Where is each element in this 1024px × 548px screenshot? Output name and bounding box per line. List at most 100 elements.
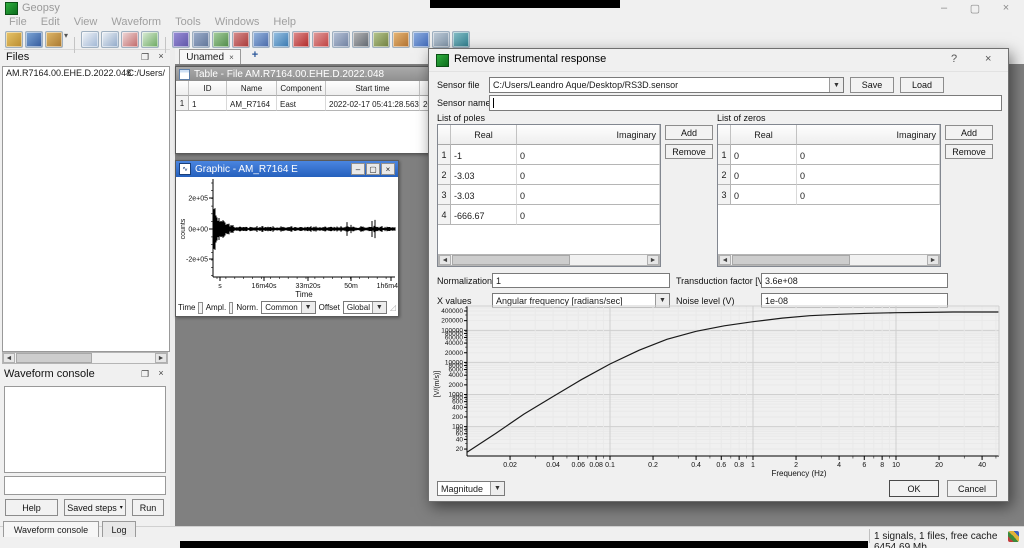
row-header[interactable]: 3 (438, 185, 451, 205)
row-header[interactable]: 2 (718, 165, 731, 185)
table-cell[interactable]: 0 (797, 185, 940, 205)
tab-log[interactable]: Log (102, 521, 136, 537)
spac-tool-icon[interactable] (312, 31, 330, 48)
column-header[interactable]: Real (731, 125, 797, 145)
open-file-icon[interactable] (5, 31, 23, 48)
close-panel-icon[interactable]: × (154, 368, 168, 378)
scroll-right-icon[interactable]: ► (927, 255, 939, 265)
table-cell[interactable]: 0 (797, 165, 940, 185)
transduction-factor-input[interactable]: 3.6e+08 (761, 273, 948, 288)
tab-close-icon[interactable]: × (229, 53, 234, 62)
table-cell[interactable]: 0 (797, 145, 940, 165)
scroll-right-icon[interactable]: ► (155, 353, 167, 363)
graphic-minimize-icon[interactable]: – (351, 163, 365, 175)
menu-edit[interactable]: Edit (41, 16, 60, 28)
table-cell[interactable]: 0 (517, 205, 660, 225)
cancel-button[interactable]: Cancel (947, 480, 997, 497)
table-cell[interactable]: 0 (517, 145, 660, 165)
poles-remove-button[interactable]: Remove (665, 144, 713, 159)
norm-select[interactable]: Common ▼ (261, 301, 315, 314)
float-panel-icon[interactable]: ❐ (138, 369, 152, 380)
minimize-button[interactable]: – (929, 2, 959, 14)
table-cell[interactable]: -666.67 (451, 205, 517, 225)
wave-tool-icon[interactable] (412, 31, 430, 48)
time-scale-button[interactable] (198, 302, 202, 314)
new-table-icon[interactable] (81, 31, 99, 48)
map-tool-icon[interactable] (392, 31, 410, 48)
zeros-remove-button[interactable]: Remove (945, 144, 993, 159)
table-cell[interactable]: 0 (731, 145, 797, 165)
resize-grip-icon[interactable]: ◿ (390, 303, 396, 312)
dialog-help-icon[interactable]: ? (951, 53, 957, 65)
menu-view[interactable]: View (74, 16, 98, 28)
table-cell[interactable]: -1 (451, 145, 517, 165)
terrain-tool-icon[interactable] (372, 31, 390, 48)
spectrum-tool-icon[interactable] (192, 31, 210, 48)
damping-tool-icon[interactable] (232, 31, 250, 48)
array-tool-icon[interactable] (212, 31, 230, 48)
row-header[interactable]: 1 (176, 96, 189, 111)
column-header[interactable]: Start time (326, 81, 420, 96)
close-button[interactable]: × (991, 2, 1021, 14)
tab-unamed[interactable]: Unamed × (179, 49, 241, 64)
menu-windows[interactable]: Windows (215, 16, 260, 28)
scroll-right-icon[interactable]: ► (647, 255, 659, 265)
console-command-input[interactable] (4, 476, 166, 495)
files-hscrollbar[interactable]: ◄ ► (2, 352, 168, 364)
row-header[interactable]: 4 (438, 205, 451, 225)
zeros-add-button[interactable]: Add (945, 125, 993, 140)
maximize-button[interactable]: ▢ (960, 2, 990, 15)
dialog-close-icon[interactable]: × (985, 53, 991, 65)
file-list-item[interactable]: AM.R7164.00.EHE.D.2022.048 C:/Users/ (3, 68, 167, 81)
amplitude-scale-button[interactable] (229, 302, 233, 314)
tab-waveform-console[interactable]: Waveform console (3, 521, 99, 537)
scroll-thumb[interactable] (452, 255, 570, 265)
close-panel-icon[interactable]: × (154, 51, 168, 61)
import-icon[interactable] (45, 31, 63, 48)
poles-add-button[interactable]: Add (665, 125, 713, 140)
table-tool-icon[interactable] (332, 31, 350, 48)
offset-select[interactable]: Global ▼ (343, 301, 387, 314)
add-group-button[interactable]: + (247, 49, 263, 63)
menu-help[interactable]: Help (273, 16, 296, 28)
column-header[interactable]: Component (277, 81, 326, 96)
menu-waveform[interactable]: Waveform (111, 16, 161, 28)
scroll-thumb[interactable] (732, 255, 850, 265)
new-graphic-icon[interactable] (101, 31, 119, 48)
table-cell[interactable]: 0 (731, 185, 797, 205)
sensor-file-combo[interactable]: C:/Users/Leandro Aque/Desktop/RS3D.senso… (489, 77, 844, 93)
table-cell[interactable]: East (277, 96, 326, 111)
saved-steps-button[interactable]: Saved steps ▾ (64, 499, 126, 516)
import-icon-dropdown-icon[interactable]: ▾ (64, 31, 68, 40)
console-script-area[interactable] (4, 386, 166, 473)
row-header[interactable]: 1 (438, 145, 451, 165)
row-header[interactable]: 2 (438, 165, 451, 185)
column-header[interactable]: Imaginary (797, 125, 940, 145)
column-header[interactable]: Imaginary (517, 125, 660, 145)
scroll-left-icon[interactable]: ◄ (719, 255, 731, 265)
table-cell[interactable]: AM_R7164 (227, 96, 277, 111)
hv-tool-icon[interactable] (272, 31, 290, 48)
dialog-titlebar[interactable]: Remove instrumental response ? × (429, 49, 1008, 72)
help-button[interactable]: Help (5, 499, 58, 516)
chart-tool-icon[interactable] (432, 31, 450, 48)
column-header[interactable]: Name (227, 81, 277, 96)
column-header[interactable]: Real (451, 125, 517, 145)
menu-tools[interactable]: Tools (175, 16, 201, 28)
graphic-window-titlebar[interactable]: ∿ Graphic - AM_R7164 E – ▢ × (176, 161, 398, 177)
table-cell[interactable]: -3.03 (451, 185, 517, 205)
save-button[interactable]: Save (850, 77, 894, 93)
chronogram-tool-icon[interactable] (252, 31, 270, 48)
new-group-icon[interactable] (141, 31, 159, 48)
table-hscrollbar[interactable]: ◄► (718, 254, 940, 266)
menu-file[interactable]: File (9, 16, 27, 28)
table-cell[interactable]: 1 (189, 96, 227, 111)
row-header[interactable]: 3 (718, 185, 731, 205)
run-button[interactable]: Run (132, 499, 164, 516)
scroll-left-icon[interactable]: ◄ (439, 255, 451, 265)
table-cell[interactable]: 0 (517, 185, 660, 205)
normalization-factor-input[interactable]: 1 (492, 273, 670, 288)
column-header[interactable]: ID (189, 81, 227, 96)
display-mode-select[interactable]: Magnitude ▼ (437, 481, 505, 496)
float-panel-icon[interactable]: ❐ (138, 52, 152, 63)
